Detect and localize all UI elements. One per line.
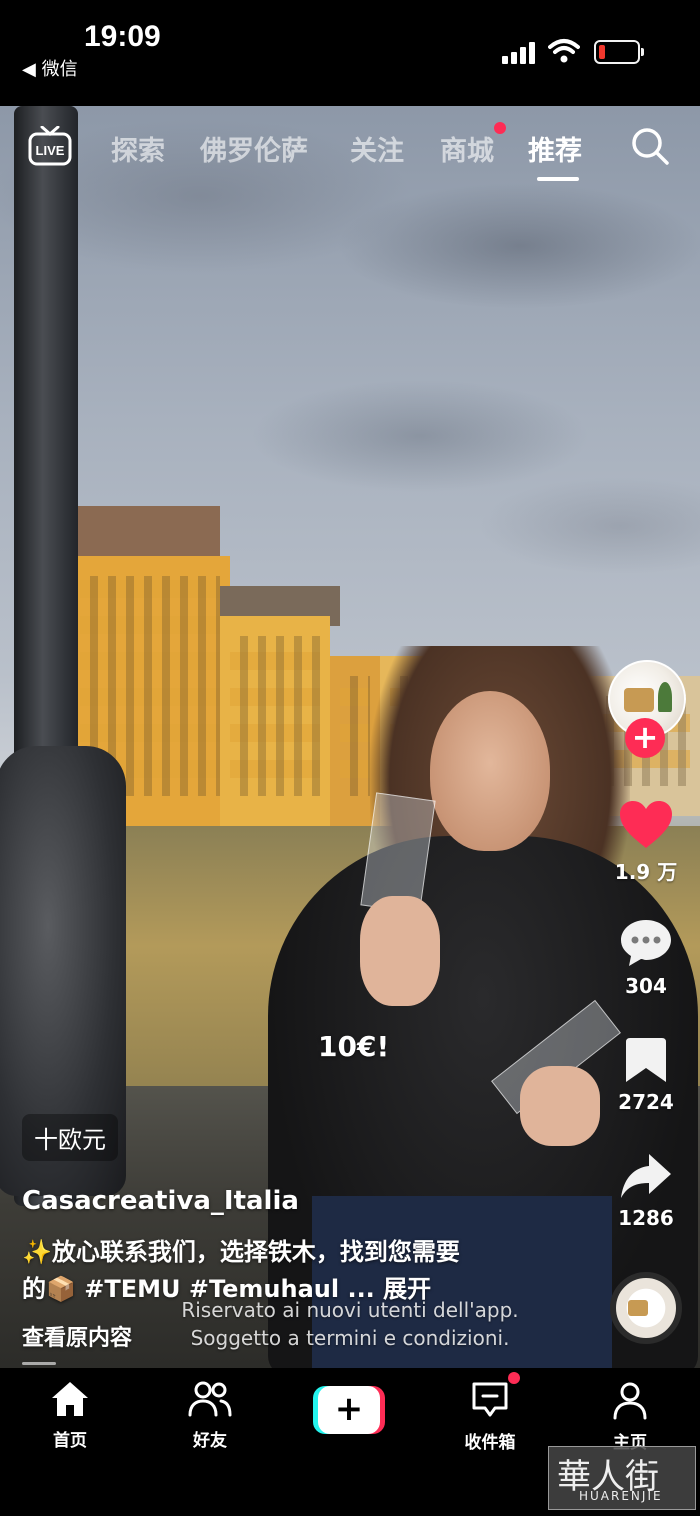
tab-following[interactable]: 关注: [350, 129, 404, 168]
comment-count: 304: [625, 974, 667, 998]
live-label: LIVE: [36, 143, 65, 158]
profile-icon: [613, 1382, 647, 1420]
comment-action[interactable]: 304: [606, 918, 686, 998]
share-count: 1286: [618, 1206, 674, 1230]
shop-notification-dot: [494, 122, 506, 134]
create-button[interactable]: +: [313, 1386, 385, 1434]
description-line-1: ✨放心联系我们，选择铁木，找到您需要: [22, 1238, 460, 1266]
battery-icon: [594, 40, 644, 64]
home-icon: [52, 1382, 88, 1416]
follow-button[interactable]: +: [625, 718, 665, 758]
plus-icon: +: [318, 1386, 380, 1434]
person-face: [430, 691, 550, 851]
wifi-icon: [548, 39, 580, 63]
friends-icon: [188, 1381, 232, 1417]
video-player[interactable]: [0, 106, 700, 1368]
tab-florence[interactable]: 佛罗伦萨: [200, 129, 308, 168]
music-disc[interactable]: [610, 1272, 682, 1344]
tab-shop[interactable]: 商城: [440, 129, 494, 168]
bookmark-icon: [626, 1038, 666, 1082]
legal-line-2: Soggetto a termini e condizioni.: [190, 1326, 510, 1350]
like-count: 1.9 万: [614, 860, 678, 884]
tab-profile[interactable]: 主页: [580, 1380, 680, 1453]
top-nav: LIVE 探索 佛罗伦萨 关注 商城 推荐: [0, 106, 700, 196]
inbox-notification-dot: [508, 1372, 520, 1384]
active-tab-indicator: [537, 177, 579, 181]
heart-icon: [620, 801, 672, 848]
clock: 19:09: [84, 20, 161, 53]
cellular-signal-icon: [502, 42, 536, 64]
video-progress-bar[interactable]: [22, 1362, 56, 1365]
author-name[interactable]: Casacreativa_Italia: [22, 1186, 299, 1216]
comment-icon: [621, 920, 671, 966]
tab-friends[interactable]: 好友: [160, 1380, 260, 1451]
share-icon: [621, 1154, 671, 1198]
like-action[interactable]: 1.9 万: [606, 800, 686, 885]
person-hand-right: [520, 1066, 600, 1146]
video-sticker: 十欧元: [22, 1114, 118, 1161]
tab-home-label: 首页: [53, 1431, 87, 1451]
bookmark-action[interactable]: 2724: [606, 1036, 686, 1114]
person-hand-left: [360, 896, 440, 1006]
tab-inbox-label: 收件箱: [464, 1433, 516, 1453]
bookmark-count: 2724: [618, 1090, 674, 1114]
tab-explore[interactable]: 探索: [111, 129, 165, 168]
share-action[interactable]: 1286: [606, 1152, 686, 1230]
tab-inbox[interactable]: 收件箱: [440, 1380, 540, 1453]
view-original-link[interactable]: 查看原内容: [22, 1320, 132, 1352]
tab-home[interactable]: 首页: [20, 1380, 120, 1451]
status-bar: 19:09 ◀ 微信: [0, 0, 700, 106]
tab-for-you[interactable]: 推荐: [528, 129, 582, 168]
search-icon[interactable]: [630, 126, 670, 166]
tab-friends-label: 好友: [193, 1431, 227, 1451]
inbox-icon: [472, 1382, 508, 1417]
watermark-logo: 華人街 HUARENJIE: [548, 1446, 696, 1510]
back-to-app-link[interactable]: ◀ 微信: [22, 55, 78, 81]
video-caption: 10€!: [318, 1030, 390, 1063]
legal-disclaimer: Riservato ai nuovi utenti dell'app. Sogg…: [160, 1296, 540, 1352]
watermark-text-en: HUARENJIE: [579, 1489, 663, 1503]
legal-line-1: Riservato ai nuovi utenti dell'app.: [181, 1298, 519, 1322]
live-icon[interactable]: LIVE: [28, 126, 72, 166]
